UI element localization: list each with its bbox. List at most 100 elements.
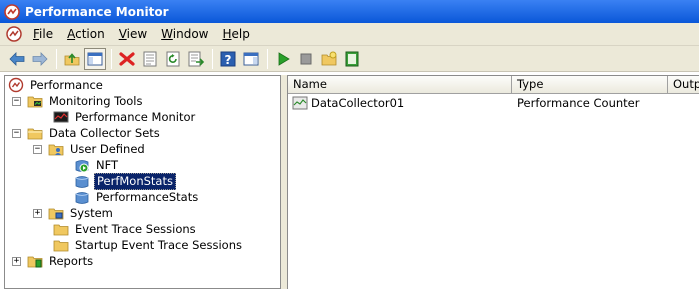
tree-label-data-collector-sets: Data Collector Sets [49,125,160,140]
export-list-icon [188,51,205,66]
tree-label-event-trace-sessions: Event Trace Sessions [75,221,196,236]
toolbar-separator [56,48,57,69]
performance-monitor-icon [8,77,24,93]
tree-node-user-defined[interactable]: − User Defined [33,141,147,157]
folder-tools-icon [27,96,43,108]
show-hide-action-pane-icon [243,52,259,65]
collapse-toggle[interactable]: − [12,96,21,106]
tree-label-performance-monitor: Performance Monitor [75,109,196,124]
expand-toggle[interactable]: + [33,208,42,218]
show-hide-console-tree-button[interactable] [84,47,106,70]
toolbar: ? [0,46,699,72]
running-collector-set-icon [75,160,89,173]
menu-help[interactable]: Help [216,24,257,44]
help-icon: ? [220,51,236,67]
folder-icon [53,240,69,252]
tree-label-performance: Performance [30,77,103,92]
window-title: Performance Monitor [25,4,169,19]
tree-label-monitoring-tools: Monitoring Tools [49,93,143,108]
menu-file[interactable]: File [26,24,60,44]
tree-label-performancestats: PerformanceStats [96,189,199,204]
menu-bar: File Action View Window Help [0,23,699,46]
new-data-collector-set-button[interactable] [318,48,340,70]
tree-node-performance[interactable]: Performance [8,77,105,93]
list-row[interactable]: DataCollector01 Performance Counter [288,95,668,111]
up-one-level-button[interactable] [61,48,83,70]
tree-node-system[interactable]: + System [33,205,115,221]
tree-node-monitoring-tools[interactable]: − Monitoring Tools [12,93,144,109]
show-hide-console-tree-icon [87,52,103,65]
column-header-name[interactable]: Name [288,76,512,94]
performance-counter-icon [292,96,308,110]
folder-open-icon [27,128,43,140]
system-menu-icon[interactable] [6,26,22,42]
tree-node-reports[interactable]: + Reports [12,253,95,269]
console-tree[interactable]: Performance − Monitoring Tools Performan… [4,75,281,289]
menu-view-rest: iew [126,27,148,41]
tree-node-performancestats[interactable]: PerformanceStats [74,189,200,205]
list-row-name: DataCollector01 [311,96,405,110]
export-list-button[interactable] [185,48,207,70]
delete-icon [119,51,135,66]
tree-label-reports: Reports [49,253,94,268]
forward-arrow-icon [32,51,48,66]
menu-view-accel: V [118,27,127,41]
menu-action[interactable]: Action [60,24,112,44]
forward-button[interactable] [29,48,51,70]
menu-view[interactable]: View [112,24,154,44]
menu-window-accel: W [161,27,173,41]
new-data-collector-set-icon [321,51,337,65]
menu-help-accel: H [222,27,232,41]
menu-action-rest: ction [75,27,105,41]
reports-folder-icon [27,256,43,268]
menu-window[interactable]: Window [154,24,215,44]
collapse-toggle[interactable]: − [33,144,42,154]
menu-help-rest: elp [231,27,250,41]
back-arrow-icon [9,51,25,66]
tree-node-nft[interactable]: NFT [74,157,120,173]
menu-file-rest: ile [39,27,54,41]
stop-icon [300,53,312,64]
svg-text:?: ? [225,53,232,67]
system-folder-icon [48,208,64,220]
tree-label-user-defined: User Defined [70,141,145,156]
start-icon [278,51,290,66]
column-header-output[interactable]: Outp [668,76,699,94]
title-bar: Performance Monitor [0,0,699,23]
properties-icon [143,51,157,66]
stop-button[interactable] [295,48,317,70]
up-folder-icon [64,52,80,65]
start-button[interactable] [272,48,294,70]
expand-toggle[interactable]: + [12,256,21,266]
tree-node-data-collector-sets[interactable]: − Data Collector Sets [12,125,162,141]
toolbar-separator [212,48,213,69]
list-row-type: Performance Counter [517,96,640,110]
tree-node-perfmonstats[interactable]: PerfMonStats [74,172,176,190]
delete-button[interactable] [116,48,138,70]
column-header-type[interactable]: Type [512,76,668,94]
show-hide-action-pane-button[interactable] [240,48,262,70]
performance-chart-icon [53,111,69,123]
refresh-icon [166,51,180,66]
tree-node-event-trace-sessions[interactable]: Event Trace Sessions [53,221,198,237]
notebook-icon [345,51,359,66]
refresh-button[interactable] [162,48,184,70]
folder-icon [53,224,69,236]
performance-monitor-app-icon [4,3,20,20]
collapse-toggle[interactable]: − [12,128,21,138]
help-button[interactable]: ? [217,48,239,70]
tree-node-startup-event-trace-sessions[interactable]: Startup Event Trace Sessions [53,237,244,253]
back-button[interactable] [6,48,28,70]
toolbar-separator [267,48,268,69]
tree-label-startup-event-trace-sessions: Startup Event Trace Sessions [75,237,242,252]
menu-window-rest: indow [172,27,209,41]
list-header: Name Type Outp [288,76,699,94]
collector-set-icon [75,176,89,188]
notebook-button[interactable] [341,48,363,70]
tree-label-nft: NFT [96,157,119,172]
results-list[interactable]: Name Type Outp DataCollector01 Performan… [287,75,699,289]
tree-label-system: System [70,205,113,220]
tree-label-perfmonstats: PerfMonStats [94,172,176,190]
tree-node-performance-monitor[interactable]: Performance Monitor [53,109,197,125]
properties-button[interactable] [139,48,161,70]
